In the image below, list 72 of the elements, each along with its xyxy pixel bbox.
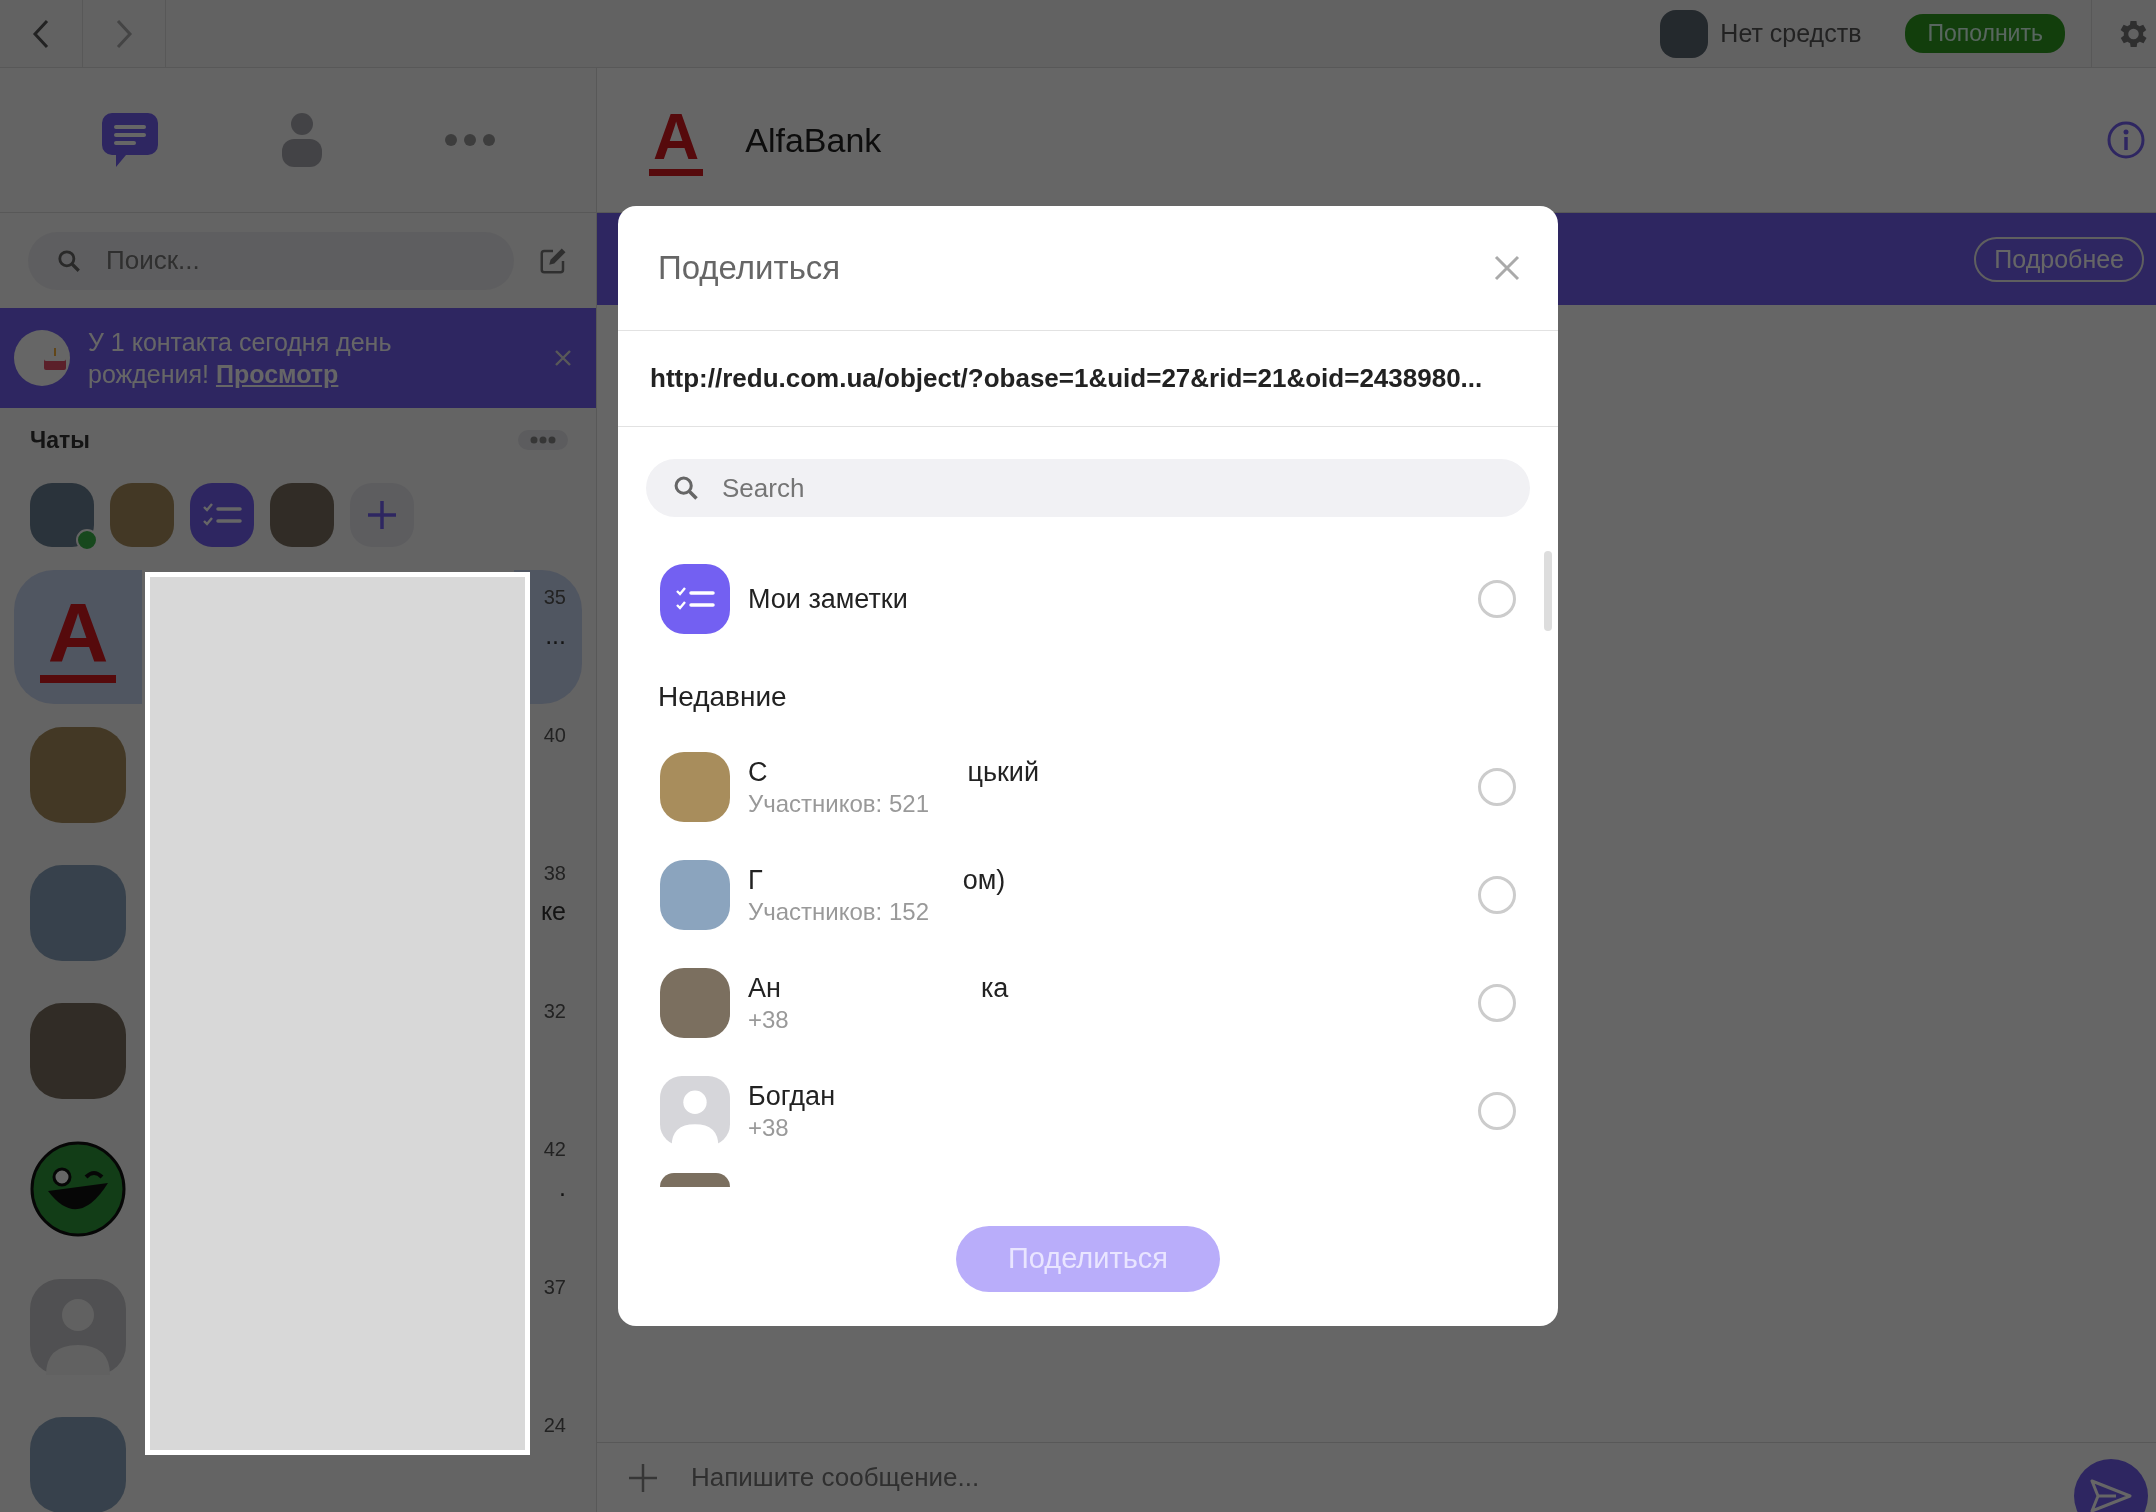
contact-subtitle: Участников: 152 — [748, 897, 930, 926]
chat-preview: ... — [545, 621, 566, 650]
chat-bubble-icon[interactable] — [100, 111, 160, 169]
chat-preview: . — [559, 1173, 566, 1202]
more-icon[interactable] — [444, 133, 496, 147]
photo-placeholder — [660, 968, 730, 1038]
default-avatar-icon — [660, 1076, 730, 1146]
chat-time: 38 — [543, 862, 566, 885]
photo-placeholder[interactable] — [110, 483, 174, 547]
search-icon — [56, 247, 82, 274]
chat-preview: ке — [540, 897, 566, 926]
radio-button[interactable] — [1478, 580, 1516, 618]
contact-subtitle: Участников: 521 — [748, 789, 930, 818]
contact-name: ка — [980, 972, 1009, 1004]
contact-subtitle: +38 — [748, 1005, 790, 1034]
radio-button[interactable] — [1478, 876, 1516, 914]
search-icon — [672, 474, 700, 502]
contact-item[interactable]: Богдан +38 — [646, 1057, 1530, 1165]
avatar-photo[interactable] — [1660, 9, 1709, 58]
contact-name: Г — [748, 864, 763, 896]
contact-item[interactable]: Г ом) Участников: 152 — [646, 841, 1530, 949]
contact-item[interactable]: С цький Участников: 521 — [646, 733, 1530, 841]
contact-name: Богдан — [748, 1080, 836, 1112]
photo-placeholder — [660, 1173, 730, 1187]
send-icon[interactable] — [2089, 1477, 2133, 1512]
contact-name: цький — [967, 756, 1039, 788]
photo-placeholder[interactable] — [30, 483, 94, 547]
bank-logo: A — [39, 591, 117, 683]
section-heading: Недавние — [657, 680, 788, 714]
info-icon[interactable] — [2106, 120, 2146, 160]
photo-placeholder — [660, 860, 730, 930]
chat-time: 35 — [543, 586, 566, 609]
chat-title: AlfaBank — [745, 120, 882, 160]
contact-subtitle: +38 — [748, 1113, 790, 1142]
contact-item[interactable]: Ан ка +38 — [646, 949, 1530, 1057]
shared-url: http://redu.com.ua/object/?obase=1&uid=27&rid=21&oid=2438980... — [650, 363, 1483, 394]
photo-placeholder — [660, 752, 730, 822]
scrollbar[interactable] — [1544, 551, 1552, 631]
photo-placeholder[interactable] — [270, 483, 334, 547]
plus-icon[interactable] — [627, 1461, 659, 1494]
dialog-title: Поделиться — [658, 249, 841, 287]
contact-name: С — [748, 756, 768, 788]
birthday-text: У 1 контакта сегодня день рождения! Просмотр — [88, 327, 393, 390]
bank-logo: A — [649, 104, 704, 176]
radio-button[interactable] — [1478, 984, 1516, 1022]
notes-avatar — [660, 564, 730, 634]
close-icon[interactable] — [1494, 255, 1520, 281]
chats-heading: Чаты — [30, 426, 90, 454]
chat-time: 32 — [543, 1000, 566, 1023]
add-button[interactable] — [350, 483, 414, 547]
more-button[interactable] — [518, 430, 568, 450]
radio-button[interactable] — [1478, 1092, 1516, 1130]
chat-time: 24 — [543, 1414, 566, 1437]
search-bar[interactable]: Search — [646, 459, 1530, 517]
contact-name: Мои заметки — [748, 583, 908, 615]
chat-time: 40 — [543, 724, 566, 747]
contact-name: Ан — [748, 972, 781, 1004]
chat-time: 42 — [543, 1138, 566, 1161]
balance-text: Нет средств — [1720, 19, 1862, 48]
send-button[interactable] — [2074, 1458, 2148, 1512]
contact-name: ом) — [962, 864, 1006, 896]
cake-icon — [14, 330, 70, 386]
contact-item[interactable]: Мои заметки — [646, 545, 1530, 653]
chat-time: 37 — [543, 1276, 566, 1299]
chevron-left-icon[interactable] — [31, 17, 51, 50]
notes-avatar[interactable] — [190, 483, 254, 547]
chevron-right-icon[interactable] — [114, 17, 134, 50]
search-input[interactable]: Search — [720, 471, 1530, 505]
radio-button[interactable] — [1478, 768, 1516, 806]
smiley-avatar-icon — [30, 1141, 126, 1237]
more-icon[interactable] — [530, 436, 556, 444]
person-icon[interactable] — [280, 111, 324, 169]
